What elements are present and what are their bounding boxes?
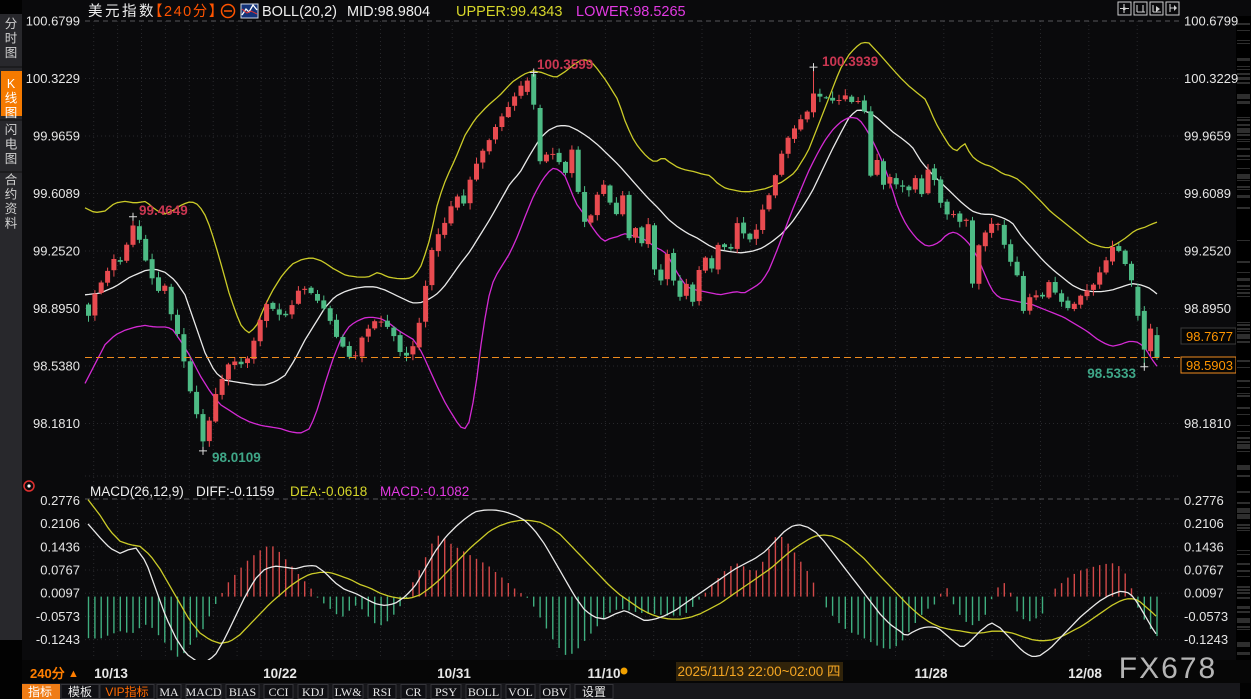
svg-text:电: 电 <box>5 138 18 152</box>
svg-text:▲: ▲ <box>68 668 79 680</box>
svg-text:99.6089: 99.6089 <box>1184 186 1231 201</box>
svg-text:指标: 指标 <box>28 684 52 699</box>
svg-text:100.3229: 100.3229 <box>26 71 80 86</box>
svg-text:OBV: OBV <box>542 685 568 699</box>
svg-text:CCI: CCI <box>268 685 288 699</box>
svg-text:MACD: MACD <box>185 685 221 699</box>
svg-text:模板: 模板 <box>68 685 92 699</box>
svg-text:料: 料 <box>5 217 18 231</box>
svg-text:0.2106: 0.2106 <box>40 516 80 531</box>
svg-text:BOLL(20,2): BOLL(20,2) <box>262 4 337 20</box>
svg-text:100.6799: 100.6799 <box>1184 14 1238 29</box>
svg-text:0.1436: 0.1436 <box>40 539 80 554</box>
svg-text:图: 图 <box>5 152 18 166</box>
svg-text:98.1810: 98.1810 <box>33 416 80 431</box>
svg-text:VIP指标: VIP指标 <box>105 684 148 699</box>
svg-text:0.0767: 0.0767 <box>1184 563 1224 578</box>
svg-text:DEA:-0.0618: DEA:-0.0618 <box>290 484 367 499</box>
svg-text:99.9659: 99.9659 <box>33 129 80 144</box>
svg-text:98.5380: 98.5380 <box>33 359 80 374</box>
svg-text:RSI: RSI <box>373 685 392 699</box>
svg-text:98.7677: 98.7677 <box>1186 329 1233 344</box>
svg-text:MID:98.9804: MID:98.9804 <box>347 4 430 20</box>
svg-text:10/22: 10/22 <box>263 666 297 681</box>
svg-text:0.2106: 0.2106 <box>1184 516 1224 531</box>
svg-text:0.0767: 0.0767 <box>40 563 80 578</box>
svg-text:10/31: 10/31 <box>437 666 471 681</box>
svg-text:100.6799: 100.6799 <box>26 14 80 29</box>
svg-text:合: 合 <box>5 172 18 187</box>
svg-text:98.5333: 98.5333 <box>1087 366 1136 381</box>
svg-text:0.2776: 0.2776 <box>40 493 80 508</box>
svg-text:98.1810: 98.1810 <box>1184 416 1231 431</box>
svg-text:线: 线 <box>5 92 18 106</box>
svg-text:BIAS: BIAS <box>229 685 256 699</box>
svg-text:100.3939: 100.3939 <box>822 54 878 69</box>
svg-text:99.2520: 99.2520 <box>1184 244 1231 259</box>
svg-text:100.3599: 100.3599 <box>537 57 593 72</box>
svg-text:图: 图 <box>5 106 18 120</box>
svg-text:-0.1243: -0.1243 <box>36 632 80 647</box>
svg-text:时: 时 <box>5 32 18 46</box>
svg-text:12/08: 12/08 <box>1068 666 1102 681</box>
svg-text:11/28: 11/28 <box>914 666 948 681</box>
svg-text:CR: CR <box>405 685 421 699</box>
svg-text:2025/11/13 22:00~02:00 四: 2025/11/13 22:00~02:00 四 <box>677 664 840 679</box>
svg-text:98.0109: 98.0109 <box>212 450 261 465</box>
svg-text:闪: 闪 <box>5 123 18 137</box>
svg-text:MACD:-0.1082: MACD:-0.1082 <box>380 484 469 499</box>
svg-text:UPPER:99.4343: UPPER:99.4343 <box>456 4 562 20</box>
svg-text:LW&: LW& <box>334 685 362 699</box>
svg-text:【240分】: 【240分】 <box>148 3 225 20</box>
svg-text:VOL: VOL <box>508 685 533 699</box>
svg-text:-0.1243: -0.1243 <box>1184 632 1228 647</box>
svg-text:设置: 设置 <box>582 685 606 699</box>
svg-text:0.0097: 0.0097 <box>1184 586 1224 601</box>
svg-text:K: K <box>7 77 16 91</box>
svg-text:资: 资 <box>5 202 18 216</box>
svg-text:-0.0573: -0.0573 <box>36 609 80 624</box>
svg-text:美元指数: 美元指数 <box>88 3 156 20</box>
svg-text:BOLL: BOLL <box>468 685 499 699</box>
svg-text:99.2520: 99.2520 <box>33 244 80 259</box>
svg-text:0.1436: 0.1436 <box>1184 539 1224 554</box>
svg-text:LOWER:98.5265: LOWER:98.5265 <box>576 4 686 20</box>
svg-text:99.6089: 99.6089 <box>33 186 80 201</box>
svg-text:FX678: FX678 <box>1119 652 1217 685</box>
svg-text:约: 约 <box>5 187 18 202</box>
svg-text:98.8950: 98.8950 <box>1184 301 1231 316</box>
svg-text:99.9659: 99.9659 <box>1184 129 1231 144</box>
svg-text:0.2776: 0.2776 <box>1184 493 1224 508</box>
svg-text:10/13: 10/13 <box>94 666 128 681</box>
svg-text:100.3229: 100.3229 <box>1184 71 1238 86</box>
svg-text:MA: MA <box>159 685 179 699</box>
svg-text:分: 分 <box>5 17 18 31</box>
svg-text:MACD(26,12,9): MACD(26,12,9) <box>90 484 184 499</box>
svg-text:0.0097: 0.0097 <box>40 586 80 601</box>
svg-text:98.5903: 98.5903 <box>1186 358 1233 373</box>
svg-text:11/10: 11/10 <box>587 666 620 681</box>
svg-text:DIFF:-0.1159: DIFF:-0.1159 <box>196 484 275 499</box>
svg-text:KDJ: KDJ <box>302 685 324 699</box>
svg-text:99.4649: 99.4649 <box>139 203 188 218</box>
svg-text:-0.0573: -0.0573 <box>1184 609 1228 624</box>
svg-text:240分: 240分 <box>30 666 65 681</box>
svg-text:图: 图 <box>5 46 18 60</box>
svg-text:98.8950: 98.8950 <box>33 301 80 316</box>
svg-text:PSY: PSY <box>435 685 457 699</box>
